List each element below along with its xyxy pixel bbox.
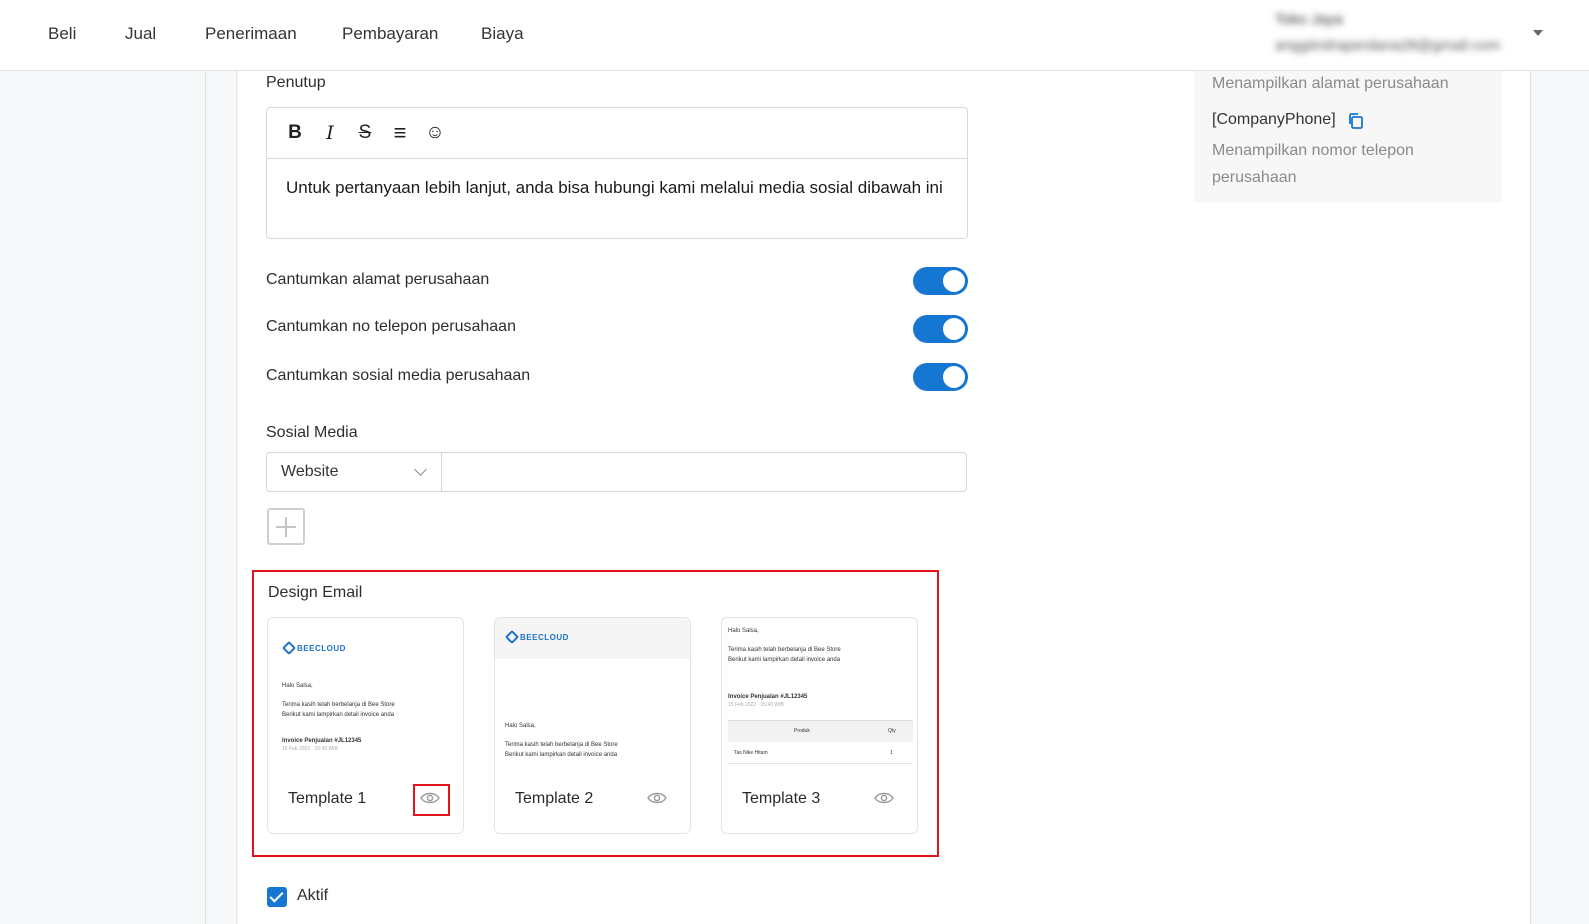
placeholder-phone-desc-line2: perusahaan	[1212, 169, 1297, 186]
preview-col-qty: Qty	[888, 728, 896, 734]
preview-line1: Terima kasih telah berbelanja di Bee Sto…	[282, 702, 395, 708]
social-media-row: Website	[266, 452, 967, 492]
preview-date: 15 Feb 2022 · 15:43 WIB	[728, 702, 784, 708]
toggle-address[interactable]	[913, 267, 968, 295]
chevron-down-icon	[414, 463, 427, 476]
placeholder-phone-desc-line1: Menampilkan nomor telepon	[1212, 142, 1414, 159]
placeholder-phone-code: [CompanyPhone]	[1212, 111, 1336, 128]
eye-icon-highlight	[413, 784, 450, 816]
nav-item-beli[interactable]: Beli	[48, 24, 76, 44]
add-social-button[interactable]	[267, 508, 305, 545]
eye-icon[interactable]	[872, 789, 896, 807]
preview-table-header: Produk Qty	[728, 721, 913, 742]
toggle-label-phone: Cantumkan no telepon perusahaan	[266, 318, 516, 335]
template-card-3[interactable]: Halo Salsa, Terima kasih telah berbelanj…	[721, 617, 918, 834]
preview-row-product: Tas Nike Hitam	[734, 750, 768, 756]
nav-item-pembayaran[interactable]: Pembayaran	[342, 24, 438, 44]
top-navigation: Beli Jual Penerimaan Pembayaran Biaya To…	[0, 0, 1589, 71]
toggle-social[interactable]	[913, 363, 968, 391]
nav-item-biaya[interactable]: Biaya	[481, 24, 524, 44]
toggle-label-social: Cantumkan sosial media perusahaan	[266, 367, 531, 384]
nav-item-penerimaan[interactable]: Penerimaan	[205, 24, 297, 44]
bold-icon[interactable]: B	[285, 122, 305, 144]
social-type-select[interactable]: Website	[267, 453, 442, 491]
emoji-icon[interactable]: ☺	[425, 122, 445, 144]
chevron-down-icon[interactable]	[1533, 30, 1543, 36]
preview-line1: Terima kasih telah berbelanja di Bee Sto…	[728, 647, 841, 653]
preview-table: Produk Qty Tas Nike Hitam 1	[728, 720, 913, 764]
toggle-label-address: Cantumkan alamat perusahaan	[266, 271, 490, 288]
active-checkbox[interactable]	[267, 887, 287, 907]
social-media-label: Sosial Media	[266, 424, 358, 441]
design-email-label: Design Email	[268, 584, 363, 601]
editor-toolbar: B I S ≡ ☺	[267, 108, 967, 159]
template-label-1: Template 1	[288, 790, 367, 807]
preview-line2: Berikut kami lampirkan detail invoice an…	[728, 657, 841, 663]
nav-item-jual[interactable]: Jual	[125, 24, 156, 44]
template-card-2[interactable]: BEECLOUD Halo Salsa, Terima kasih telah …	[494, 617, 691, 834]
preview-row-qty: 1	[890, 750, 893, 756]
preview-line2: Berikut kami lampirkan detail invoice an…	[282, 712, 395, 718]
preview-table-row: Tas Nike Hitam 1	[728, 742, 913, 764]
beecloud-logo: BEECLOUD	[281, 640, 346, 656]
italic-icon[interactable]: I	[320, 122, 340, 144]
closing-editor-text[interactable]: Untuk pertanyaan lebih lanjut, anda bisa…	[267, 159, 967, 216]
right-gutter	[1532, 71, 1589, 924]
user-email[interactable]: anggiindraperdana28@gmail.com	[1275, 37, 1500, 54]
template-preview-3: Halo Salsa, Terima kasih telah berbelanj…	[722, 618, 917, 764]
toggle-phone[interactable]	[913, 315, 968, 343]
preview-greeting: Halo Salsa,	[728, 628, 759, 634]
preview-col-product: Produk	[794, 728, 810, 734]
closing-label: Penutup	[266, 74, 326, 91]
copy-icon[interactable]	[1347, 112, 1365, 130]
left-sidebar	[0, 71, 206, 924]
template-label-2: Template 2	[515, 790, 594, 807]
preview-date: 15 Feb 2022 · 15:43 WIB	[282, 746, 338, 752]
beecloud-logo: BEECLOUD	[504, 629, 569, 645]
preview-greeting: Halo Salsa,	[505, 723, 536, 729]
template-preview-1: BEECLOUD Halo Salsa, Terima kasih telah …	[268, 618, 463, 764]
align-icon[interactable]: ≡	[390, 120, 410, 145]
user-name[interactable]: Toko Jaya	[1275, 11, 1343, 28]
active-label: Aktif	[297, 887, 329, 904]
social-url-input[interactable]	[442, 453, 966, 491]
strikethrough-icon[interactable]: S	[355, 122, 375, 144]
eye-icon[interactable]	[645, 789, 669, 807]
preview-greeting: Halo Salsa,	[282, 683, 313, 689]
content-gutter	[207, 71, 237, 924]
template-label-3: Template 3	[742, 790, 821, 807]
preview-line2: Berikut kami lampirkan detail invoice an…	[505, 752, 618, 758]
closing-editor[interactable]: B I S ≡ ☺ Untuk pertanyaan lebih lanjut,…	[266, 107, 968, 239]
social-type-value: Website	[281, 463, 339, 480]
template-preview-2: BEECLOUD Halo Salsa, Terima kasih telah …	[495, 618, 690, 764]
preview-line1: Terima kasih telah berbelanja di Bee Sto…	[505, 742, 618, 748]
placeholder-address-desc: Menampilkan alamat perusahaan	[1212, 75, 1449, 92]
